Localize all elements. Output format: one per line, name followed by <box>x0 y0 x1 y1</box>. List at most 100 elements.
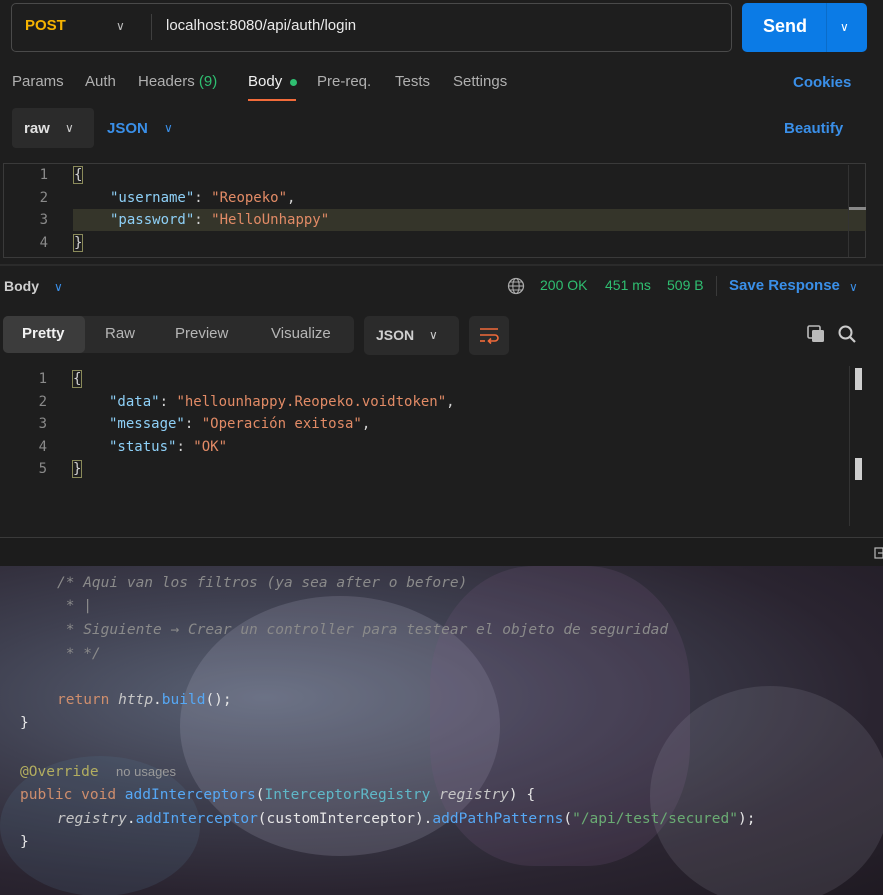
tab-auth[interactable]: Auth <box>85 73 116 90</box>
line-number: 1 <box>39 167 48 183</box>
active-tab-indicator <box>248 99 296 101</box>
divider <box>826 3 827 52</box>
chevron-down-icon[interactable]: ∨ <box>429 328 438 342</box>
divider <box>716 276 717 296</box>
method-select[interactable]: POST <box>25 17 66 34</box>
beautify-button[interactable]: Beautify <box>784 120 843 137</box>
code-brace: } <box>20 715 29 731</box>
code-line: "status": "OK" <box>109 439 228 455</box>
cookies-link[interactable]: Cookies <box>793 74 851 91</box>
divider <box>151 14 152 40</box>
method-name: addInterceptors <box>124 787 256 803</box>
json-value: "Operación exitosa" <box>201 416 362 432</box>
code-line: "password": "HelloUnhappy" <box>110 212 330 228</box>
url-input[interactable]: localhost:8080/api/auth/login <box>166 17 356 34</box>
code-brace: } <box>20 834 29 850</box>
copy-icon[interactable] <box>806 324 826 344</box>
line-number: 4 <box>38 439 47 455</box>
chevron-down-icon[interactable]: ∨ <box>840 20 849 34</box>
line-number: 1 <box>38 371 47 387</box>
line-number: 5 <box>38 461 47 477</box>
scrollbar[interactable] <box>849 366 850 526</box>
search-icon[interactable] <box>837 324 857 344</box>
json-key: "password" <box>110 212 195 228</box>
response-format-label[interactable]: JSON <box>376 327 414 343</box>
string-literal: "/api/test/secured" <box>572 811 738 827</box>
json-key: "data" <box>109 394 160 410</box>
json-select[interactable]: JSON <box>107 120 148 137</box>
code-line: public void addInterceptors(InterceptorR… <box>20 787 536 803</box>
response-time[interactable]: 451 ms <box>605 277 651 293</box>
usage-hint[interactable]: no usages <box>116 764 176 779</box>
chevron-down-icon[interactable]: ∨ <box>65 121 74 135</box>
close-brace: } <box>73 234 84 252</box>
close-brace: } <box>72 460 83 478</box>
tab-prereq[interactable]: Pre-req. <box>317 73 371 90</box>
scrollbar-thumb[interactable] <box>855 458 862 480</box>
tab-headers-label: Headers <box>138 73 195 90</box>
status-bar <box>0 537 883 566</box>
wrap-lines-icon[interactable] <box>478 325 500 345</box>
tab-params[interactable]: Params <box>12 73 64 90</box>
json-key: "status" <box>109 439 177 455</box>
open-brace: { <box>72 370 83 388</box>
tab-headers[interactable]: Headers (9) <box>138 73 217 90</box>
globe-icon[interactable] <box>507 277 525 295</box>
code-comment: /* Aqui van los filtros (ya sea after o … <box>57 575 468 591</box>
ide-editor[interactable]: /* Aqui van los filtros (ya sea after o … <box>0 566 883 895</box>
view-tab-visualize[interactable]: Visualize <box>271 325 331 342</box>
chevron-down-icon[interactable]: ∨ <box>849 280 858 294</box>
code-line: @Override no usages <box>20 764 176 780</box>
panel-divider[interactable] <box>0 264 883 266</box>
line-number: 3 <box>38 416 47 432</box>
identifier: customInterceptor <box>266 811 415 827</box>
view-tab-pretty[interactable]: Pretty <box>22 325 65 342</box>
tab-body[interactable]: Body <box>248 73 282 90</box>
tab-tests[interactable]: Tests <box>395 73 430 90</box>
code-comment: * Siguiente → Crear un controller para t… <box>57 622 669 638</box>
identifier: registry <box>57 811 127 827</box>
open-brace: { <box>73 166 84 184</box>
line-number: 2 <box>38 394 47 410</box>
json-key: "message" <box>109 416 185 432</box>
chevron-down-icon[interactable]: ∨ <box>116 19 125 33</box>
keyword: public <box>20 787 73 803</box>
scrollbar-thumb[interactable] <box>849 207 866 210</box>
scrollbar[interactable] <box>848 165 867 257</box>
chevron-down-icon[interactable]: ∨ <box>164 121 173 135</box>
chevron-down-icon[interactable]: ∨ <box>54 280 63 294</box>
line-number: 2 <box>39 190 48 206</box>
line-number: 3 <box>39 212 48 228</box>
code-comment: * | <box>57 598 92 614</box>
json-value: "hellounhappy.Reopeko.voidtoken" <box>176 394 447 410</box>
headers-count-badge: (9) <box>198 73 218 90</box>
view-tab-preview[interactable]: Preview <box>175 325 228 342</box>
json-key: "username" <box>110 190 195 206</box>
method-call: addInterceptor <box>135 811 258 827</box>
view-tab-raw[interactable]: Raw <box>105 325 135 342</box>
raw-label[interactable]: raw <box>24 120 50 137</box>
tab-settings[interactable]: Settings <box>453 73 507 90</box>
response-body-label[interactable]: Body <box>4 278 39 294</box>
code-line: registry.addInterceptor(customIntercepto… <box>57 811 756 827</box>
send-label[interactable]: Send <box>763 16 807 37</box>
method-call: build <box>161 692 206 708</box>
param-name: registry <box>439 787 509 803</box>
code-line: "username": "Reopeko", <box>110 190 296 206</box>
code-line: return http.build(); <box>57 692 232 708</box>
json-value: "OK" <box>193 439 228 455</box>
wallpaper-shape <box>650 686 883 895</box>
method-call: addPathPatterns <box>432 811 564 827</box>
keyword: return <box>57 692 110 708</box>
status-code[interactable]: 200 OK <box>540 277 587 293</box>
save-response-button[interactable]: Save Response <box>729 277 840 294</box>
type-name: InterceptorRegistry <box>264 787 431 803</box>
annotation: @Override <box>20 764 99 780</box>
code-line: "message": "Operación exitosa", <box>109 416 371 432</box>
panel-toggle-icon[interactable] <box>874 547 883 559</box>
code-comment: * */ <box>57 646 101 662</box>
body-modified-dot <box>290 79 297 86</box>
scrollbar-thumb[interactable] <box>855 368 862 390</box>
response-size[interactable]: 509 B <box>667 277 704 293</box>
keyword: void <box>81 787 117 803</box>
